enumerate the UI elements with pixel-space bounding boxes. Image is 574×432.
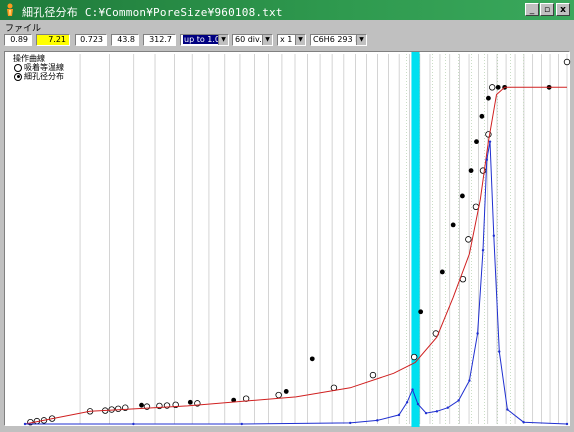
toolbar: 0.89 7.21 0.723 43.8 312.7 up to 1.0 ▼ 6… (0, 33, 574, 49)
data-point (349, 421, 352, 425)
highlight-band (411, 52, 420, 427)
value-field-3[interactable]: 0.723 (75, 34, 107, 46)
chevron-down-icon[interactable]: ▼ (356, 35, 366, 45)
range-select-value: up to 1.0 (183, 35, 221, 44)
plot-area[interactable]: 操作曲線 吸着等温線 細孔径分布 (4, 51, 571, 427)
data-point (485, 158, 488, 161)
data-point (23, 422, 27, 426)
highlight-band-rect (411, 52, 420, 427)
data-point-open (465, 236, 472, 243)
data-point (565, 422, 569, 426)
data-point-filled (468, 168, 474, 173)
data-point (405, 401, 409, 404)
data-point-filled (283, 389, 289, 394)
data-point-open (489, 84, 496, 91)
data-point (468, 379, 471, 382)
data-point (397, 413, 401, 417)
radio-button-selected-icon[interactable] (14, 72, 22, 81)
data-point-filled (495, 84, 501, 90)
data-point (132, 422, 135, 426)
adsorbate-select-value: C6H6 293 K (313, 35, 361, 44)
chevron-down-icon[interactable]: ▼ (262, 35, 272, 45)
data-point-filled (486, 95, 491, 101)
series-line-3 (25, 141, 568, 425)
data-point (435, 410, 439, 413)
menu-bar: ファイル (0, 20, 574, 34)
data-point-filled (479, 113, 485, 119)
data-point-open (275, 391, 282, 399)
value-field-2[interactable]: 7.21 (36, 34, 70, 46)
data-point-open (410, 353, 418, 361)
data-point-filled (139, 402, 144, 408)
data-point (522, 420, 525, 424)
window-title: 細孔径分布 C:¥Common¥PoreSize¥960108.txt (22, 6, 283, 19)
adsorbate-select[interactable]: C6H6 293 K ▼ (310, 34, 367, 46)
data-point-open (563, 58, 571, 66)
value-field-4[interactable]: 43.8 (111, 34, 139, 46)
data-point (411, 388, 414, 391)
chevron-down-icon[interactable]: ▼ (218, 35, 228, 45)
radio-pore-distribution[interactable]: 細孔径分布 (14, 71, 64, 82)
division-select[interactable]: 60 div. ▼ (232, 34, 273, 46)
data-point (498, 350, 501, 353)
value-field-5[interactable]: 312.7 (143, 34, 176, 46)
app-icon (4, 3, 16, 17)
data-point-open (369, 371, 377, 379)
chevron-down-icon[interactable]: ▼ (295, 35, 305, 45)
data-point (424, 411, 428, 415)
title-bar: 細孔径分布 C:¥Common¥PoreSize¥960108.txt _ ▫ … (0, 0, 574, 20)
radio-pore-distribution-label: 細孔径分布 (24, 72, 64, 81)
data-point (240, 422, 243, 426)
data-point (476, 332, 479, 335)
scale-select-value: x 1 (280, 35, 293, 44)
value-field-1[interactable]: 0.89 (4, 34, 32, 46)
data-point-open (472, 203, 480, 210)
data-point (446, 406, 449, 409)
data-point (457, 399, 460, 402)
data-point (376, 419, 379, 422)
pore-distribution-chart (23, 52, 571, 427)
range-select[interactable]: up to 1.0 ▼ (180, 34, 229, 46)
data-point (416, 402, 420, 406)
minimize-button[interactable]: _ (525, 3, 539, 16)
data-point-filled (187, 399, 193, 405)
data-point-filled (439, 269, 445, 275)
operation-curve-panel: 操作曲線 吸着等温線 細孔径分布 (11, 53, 73, 82)
maximize-button[interactable]: ▫ (540, 3, 554, 16)
data-point-filled (459, 193, 465, 199)
division-select-value: 60 div. (235, 35, 262, 44)
data-point (481, 249, 485, 252)
data-point (488, 140, 492, 143)
series-line-2 (24, 86, 567, 425)
data-point-filled (450, 222, 456, 228)
data-point (492, 234, 496, 237)
scale-select[interactable]: x 1 ▼ (277, 34, 306, 46)
close-button[interactable]: x (556, 3, 570, 16)
data-point-filled (418, 309, 424, 315)
data-point (506, 408, 509, 411)
data-point-filled (474, 139, 479, 145)
data-point-open (115, 405, 122, 412)
data-point-filled (309, 356, 315, 362)
